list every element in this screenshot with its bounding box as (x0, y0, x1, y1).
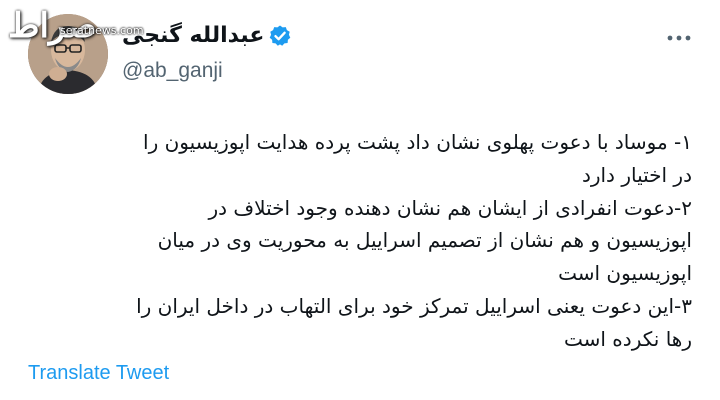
author-name-row[interactable]: عبدالله گنجی (122, 22, 292, 50)
tweet-line: در اختیار دارد (581, 162, 692, 187)
tweet-line: رها نکرده است (564, 326, 692, 351)
tweet-text: ۱- موساد با دعوت پهلوی نشان داد پشت پرده… (20, 126, 692, 356)
tweet-line: اپوزیسیون است (558, 261, 692, 286)
author-display-name[interactable]: عبدالله گنجی (122, 22, 264, 50)
tweet-line: ۱- موساد با دعوت پهلوی نشان داد پشت پرده… (143, 130, 692, 154)
more-options-icon[interactable] (664, 28, 694, 48)
tweet-line: ۲-دعوت انفرادی از ایشان هم نشان دهنده وج… (208, 195, 693, 220)
translate-tweet-link[interactable]: Translate Tweet (28, 362, 169, 385)
verified-badge-icon (270, 25, 291, 46)
author-info: عبدالله گنجی @ab_ganji (122, 22, 292, 92)
tweet-line: اپوزیسیون و هم نشان از تصمیم اسراییل به … (157, 228, 692, 253)
tweet-line: ۳-این دعوت یعنی اسراییل تمرکز خود برای ا… (136, 293, 692, 318)
author-handle[interactable]: @ab_ganji (122, 58, 292, 84)
